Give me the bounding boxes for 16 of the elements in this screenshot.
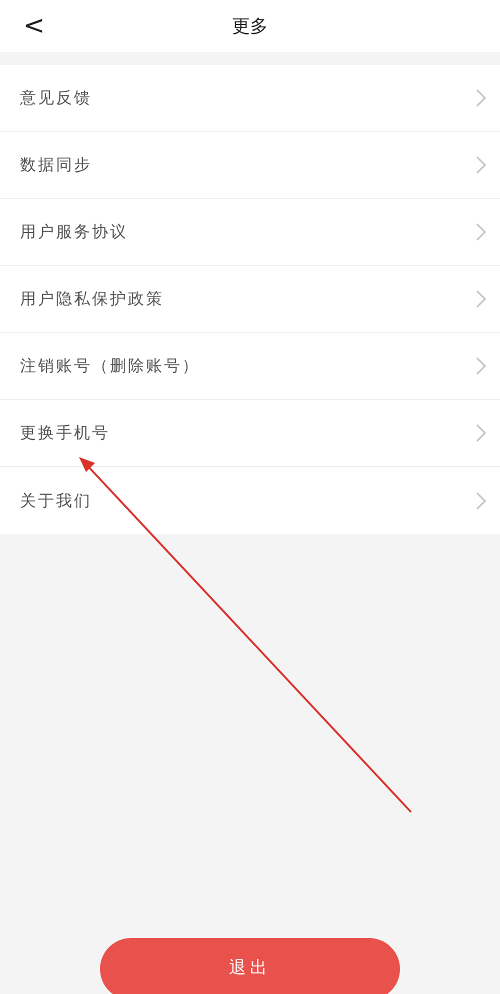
logout-button[interactable]: 退出: [100, 938, 400, 994]
menu-item[interactable]: 关于我们: [0, 467, 500, 534]
chevron-right-icon: [476, 357, 486, 375]
chevron-right-icon: [476, 89, 486, 107]
page-title: 更多: [232, 14, 268, 38]
menu-item[interactable]: 注销账号（删除账号）: [0, 333, 500, 400]
menu-item[interactable]: 数据同步: [0, 132, 500, 199]
chevron-right-icon: [476, 156, 486, 174]
chevron-right-icon: [476, 223, 486, 241]
chevron-right-icon: [476, 492, 486, 510]
menu-item[interactable]: 意见反馈: [0, 65, 500, 132]
menu-item[interactable]: 用户服务协议: [0, 199, 500, 266]
chevron-right-icon: [476, 290, 486, 308]
back-button[interactable]: <: [16, 8, 52, 44]
chevron-right-icon: [476, 424, 486, 442]
menu-item[interactable]: 用户隐私保护政策: [0, 266, 500, 333]
